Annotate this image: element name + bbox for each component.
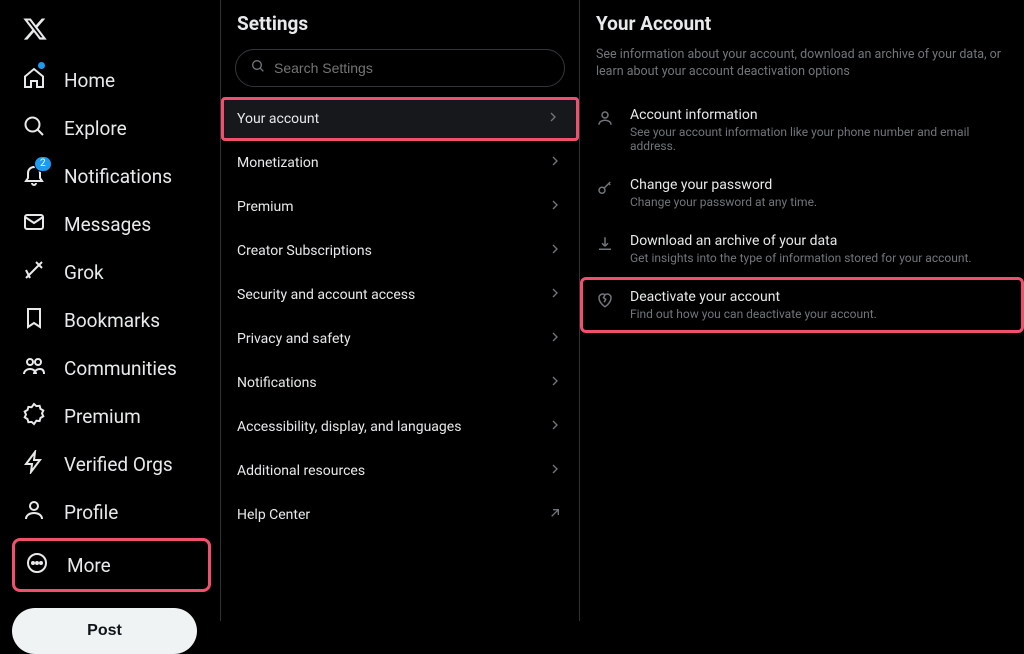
search-input[interactable] — [274, 60, 550, 76]
detail-title: Your Account — [580, 0, 1024, 43]
detail-item-account-information[interactable]: Account information See your account inf… — [580, 95, 1024, 165]
settings-list: Your account Monetization Premium Creato… — [221, 97, 579, 537]
settings-item-label: Accessibility, display, and languages — [237, 419, 461, 435]
nav-explore[interactable]: Explore — [12, 104, 211, 152]
search-wrap — [221, 43, 579, 97]
person-icon — [22, 498, 46, 526]
settings-item-label: Help Center — [237, 507, 310, 523]
nav-messages[interactable]: Messages — [12, 200, 211, 248]
grok-icon — [22, 258, 46, 286]
settings-item-label: Your account — [237, 111, 319, 127]
download-icon — [596, 233, 616, 257]
settings-item-label: Creator Subscriptions — [237, 243, 372, 259]
settings-item-your-account[interactable]: Your account — [221, 97, 579, 141]
external-link-icon — [547, 505, 563, 525]
settings-item-label: Notifications — [237, 375, 317, 391]
detail-item-change-password[interactable]: Change your password Change your passwor… — [580, 165, 1024, 221]
chevron-right-icon — [547, 197, 563, 217]
detail-item-text: Change your password Change your passwor… — [630, 177, 1008, 209]
chevron-right-icon — [547, 417, 563, 437]
nav-label: More — [67, 554, 111, 577]
nav-label: Premium — [64, 405, 141, 428]
nav-more[interactable]: More — [12, 538, 211, 592]
nav-label: Messages — [64, 213, 151, 236]
premium-badge-icon — [22, 402, 46, 430]
nav-label: Grok — [64, 261, 104, 284]
settings-item-help-center[interactable]: Help Center — [221, 493, 579, 537]
detail-description: See information about your account, down… — [580, 43, 1024, 95]
detail-item-deactivate-account[interactable]: Deactivate your account Find out how you… — [580, 277, 1024, 333]
settings-item-security-account-access[interactable]: Security and account access — [221, 273, 579, 317]
people-icon — [22, 354, 46, 382]
chevron-right-icon — [547, 241, 563, 261]
detail-item-title: Deactivate your account — [630, 289, 1008, 305]
settings-item-label: Privacy and safety — [237, 331, 351, 347]
nav-premium[interactable]: Premium — [12, 392, 211, 440]
bookmark-icon — [22, 306, 46, 334]
detail-item-download-archive[interactable]: Download an archive of your data Get ins… — [580, 221, 1024, 277]
post-button[interactable]: Post — [12, 608, 197, 654]
home-dot-indicator — [38, 62, 45, 69]
settings-item-label: Premium — [237, 199, 294, 215]
more-icon — [25, 551, 49, 579]
nav-verified-orgs[interactable]: Verified Orgs — [12, 440, 211, 488]
nav-label: Profile — [64, 501, 118, 524]
settings-item-privacy-safety[interactable]: Privacy and safety — [221, 317, 579, 361]
settings-item-label: Additional resources — [237, 463, 365, 479]
chevron-right-icon — [547, 373, 563, 393]
settings-item-accessibility-display-languages[interactable]: Accessibility, display, and languages — [221, 405, 579, 449]
settings-item-monetization[interactable]: Monetization — [221, 141, 579, 185]
detail-item-sub: Get insights into the type of informatio… — [630, 251, 1008, 265]
settings-item-premium[interactable]: Premium — [221, 185, 579, 229]
home-icon — [22, 66, 46, 94]
chevron-right-icon — [547, 329, 563, 349]
nav-label: Home — [64, 69, 115, 92]
nav-label: Verified Orgs — [64, 453, 173, 476]
nav-communities[interactable]: Communities — [12, 344, 211, 392]
detail-list: Account information See your account inf… — [580, 95, 1024, 333]
key-icon — [596, 177, 616, 201]
chevron-right-icon — [547, 153, 563, 173]
detail-column: Your Account See information about your … — [580, 0, 1024, 621]
nav-bookmarks[interactable]: Bookmarks — [12, 296, 211, 344]
detail-item-sub: Change your password at any time. — [630, 195, 1008, 209]
settings-item-label: Monetization — [237, 155, 319, 171]
primary-nav: Home Explore 2 Notifications Messages Gr… — [0, 0, 220, 621]
chevron-right-icon — [545, 109, 561, 129]
nav-home[interactable]: Home — [12, 56, 211, 104]
settings-title: Settings — [221, 0, 579, 43]
settings-column: Settings Your account Monetization Premi… — [220, 0, 580, 621]
user-icon — [596, 107, 616, 131]
x-logo[interactable] — [12, 8, 211, 56]
settings-item-notifications[interactable]: Notifications — [221, 361, 579, 405]
settings-item-additional-resources[interactable]: Additional resources — [221, 449, 579, 493]
detail-item-text: Account information See your account inf… — [630, 107, 1008, 153]
detail-item-title: Download an archive of your data — [630, 233, 1008, 249]
detail-item-sub: Find out how you can deactivate your acc… — [630, 307, 1008, 321]
chevron-right-icon — [547, 285, 563, 305]
heartbreak-icon — [596, 289, 616, 313]
nav-notifications[interactable]: 2 Notifications — [12, 152, 211, 200]
detail-item-title: Change your password — [630, 177, 1008, 193]
nav-label: Bookmarks — [64, 309, 160, 332]
detail-item-text: Deactivate your account Find out how you… — [630, 289, 1008, 321]
search-icon — [250, 58, 266, 78]
settings-search[interactable] — [235, 49, 565, 87]
bolt-icon — [22, 450, 46, 478]
detail-item-sub: See your account information like your p… — [630, 125, 1008, 153]
nav-label: Notifications — [64, 165, 172, 188]
mail-icon — [22, 210, 46, 238]
nav-label: Explore — [64, 117, 127, 140]
settings-item-label: Security and account access — [237, 287, 415, 303]
search-icon — [22, 114, 46, 142]
nav-profile[interactable]: Profile — [12, 488, 211, 536]
notifications-badge: 2 — [34, 156, 52, 172]
detail-item-text: Download an archive of your data Get ins… — [630, 233, 1008, 265]
settings-item-creator-subscriptions[interactable]: Creator Subscriptions — [221, 229, 579, 273]
nav-label: Communities — [64, 357, 177, 380]
detail-item-title: Account information — [630, 107, 1008, 123]
nav-grok[interactable]: Grok — [12, 248, 211, 296]
chevron-right-icon — [547, 461, 563, 481]
